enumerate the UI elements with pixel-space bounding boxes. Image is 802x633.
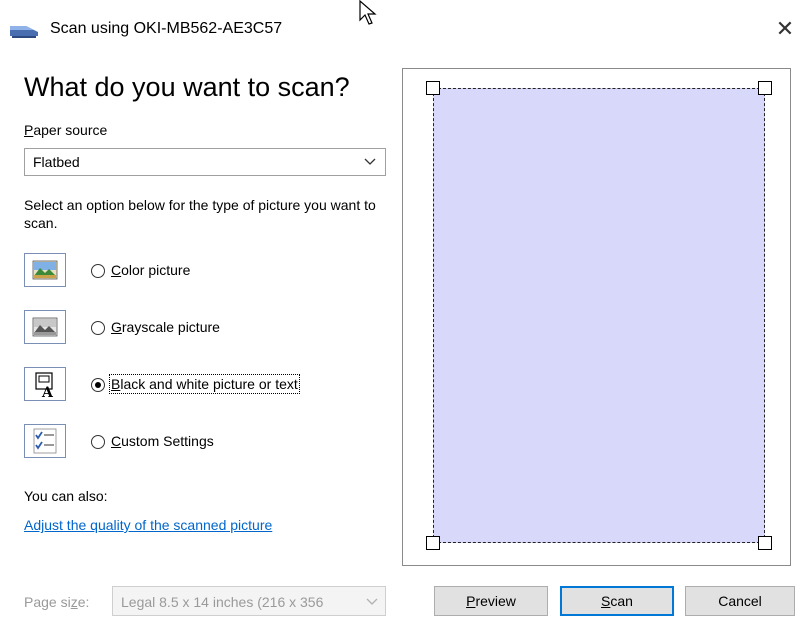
color-picture-radio[interactable] xyxy=(91,264,105,278)
paper-source-accel: P xyxy=(24,122,34,138)
black-white-text-icon: A xyxy=(24,367,66,401)
black-white-label[interactable]: Black and white picture or text xyxy=(109,374,300,394)
chevron-down-icon xyxy=(364,158,376,165)
preview-button[interactable]: Preview xyxy=(434,586,548,616)
page-size-label-post: e: xyxy=(77,594,90,610)
paper-source-label-rest: aper source xyxy=(33,122,108,138)
preview-label-rest: review xyxy=(475,593,516,609)
cancel-button[interactable]: Cancel xyxy=(685,586,795,616)
page-size-select[interactable]: Legal 8.5 x 14 inches (216 x 356 xyxy=(112,586,386,616)
grayscale-picture-label[interactable]: Grayscale picture xyxy=(111,319,220,335)
mouse-cursor-icon xyxy=(359,0,377,25)
grayscale-picture-accel: G xyxy=(111,319,122,335)
selection-handle-bottom-right[interactable] xyxy=(758,536,772,550)
scan-selection-area[interactable] xyxy=(433,88,765,543)
selection-handle-bottom-left[interactable] xyxy=(426,536,440,550)
selection-handle-top-left[interactable] xyxy=(426,81,440,95)
scan-accel: S xyxy=(601,593,611,609)
color-picture-icon xyxy=(24,253,66,287)
black-white-radio[interactable] xyxy=(91,378,105,392)
page-heading: What do you want to scan? xyxy=(24,72,350,102)
chevron-down-icon xyxy=(366,598,378,605)
page-size-label-pre: Page si xyxy=(24,594,71,610)
paper-source-value: Flatbed xyxy=(33,154,80,170)
close-icon: ✕ xyxy=(775,16,795,41)
title-bar: Scan using OKI-MB562-AE3C57 ✕ xyxy=(0,0,802,60)
paper-source-label: Paper source xyxy=(24,122,107,138)
color-picture-label[interactable]: Color picture xyxy=(111,262,190,278)
grayscale-picture-label-rest: rayscale picture xyxy=(121,319,220,335)
grayscale-picture-icon xyxy=(24,310,66,344)
scan-type-instructions: Select an option below for the type of p… xyxy=(24,197,376,231)
window-title: Scan using OKI-MB562-AE3C57 xyxy=(50,20,283,37)
scan-button[interactable]: Scan xyxy=(560,586,674,616)
page-size-label: Page size: xyxy=(24,594,89,610)
black-white-label-rest: lack and white picture or text xyxy=(120,376,298,392)
scan-label-rest: can xyxy=(610,593,633,609)
selection-handle-top-right[interactable] xyxy=(758,81,772,95)
you-can-also-label: You can also: xyxy=(24,488,108,504)
page-size-value: Legal 8.5 x 14 inches (216 x 356 xyxy=(121,594,324,610)
black-white-accel: B xyxy=(111,376,121,392)
custom-settings-accel: C xyxy=(111,433,122,449)
color-picture-accel: C xyxy=(111,262,122,278)
paper-source-select[interactable]: Flatbed xyxy=(24,148,386,176)
color-picture-label-rest: olor picture xyxy=(121,262,191,278)
custom-settings-radio[interactable] xyxy=(91,435,105,449)
scanner-icon xyxy=(10,26,38,38)
svg-text:A: A xyxy=(41,385,54,400)
adjust-quality-link[interactable]: Adjust the quality of the scanned pictur… xyxy=(24,517,272,533)
close-button[interactable]: ✕ xyxy=(770,14,800,44)
custom-settings-label[interactable]: Custom Settings xyxy=(111,433,214,449)
page-size-accel: z xyxy=(70,594,78,610)
grayscale-picture-radio[interactable] xyxy=(91,321,105,335)
custom-settings-icon xyxy=(24,424,66,458)
custom-settings-label-rest: ustom Settings xyxy=(121,433,214,449)
